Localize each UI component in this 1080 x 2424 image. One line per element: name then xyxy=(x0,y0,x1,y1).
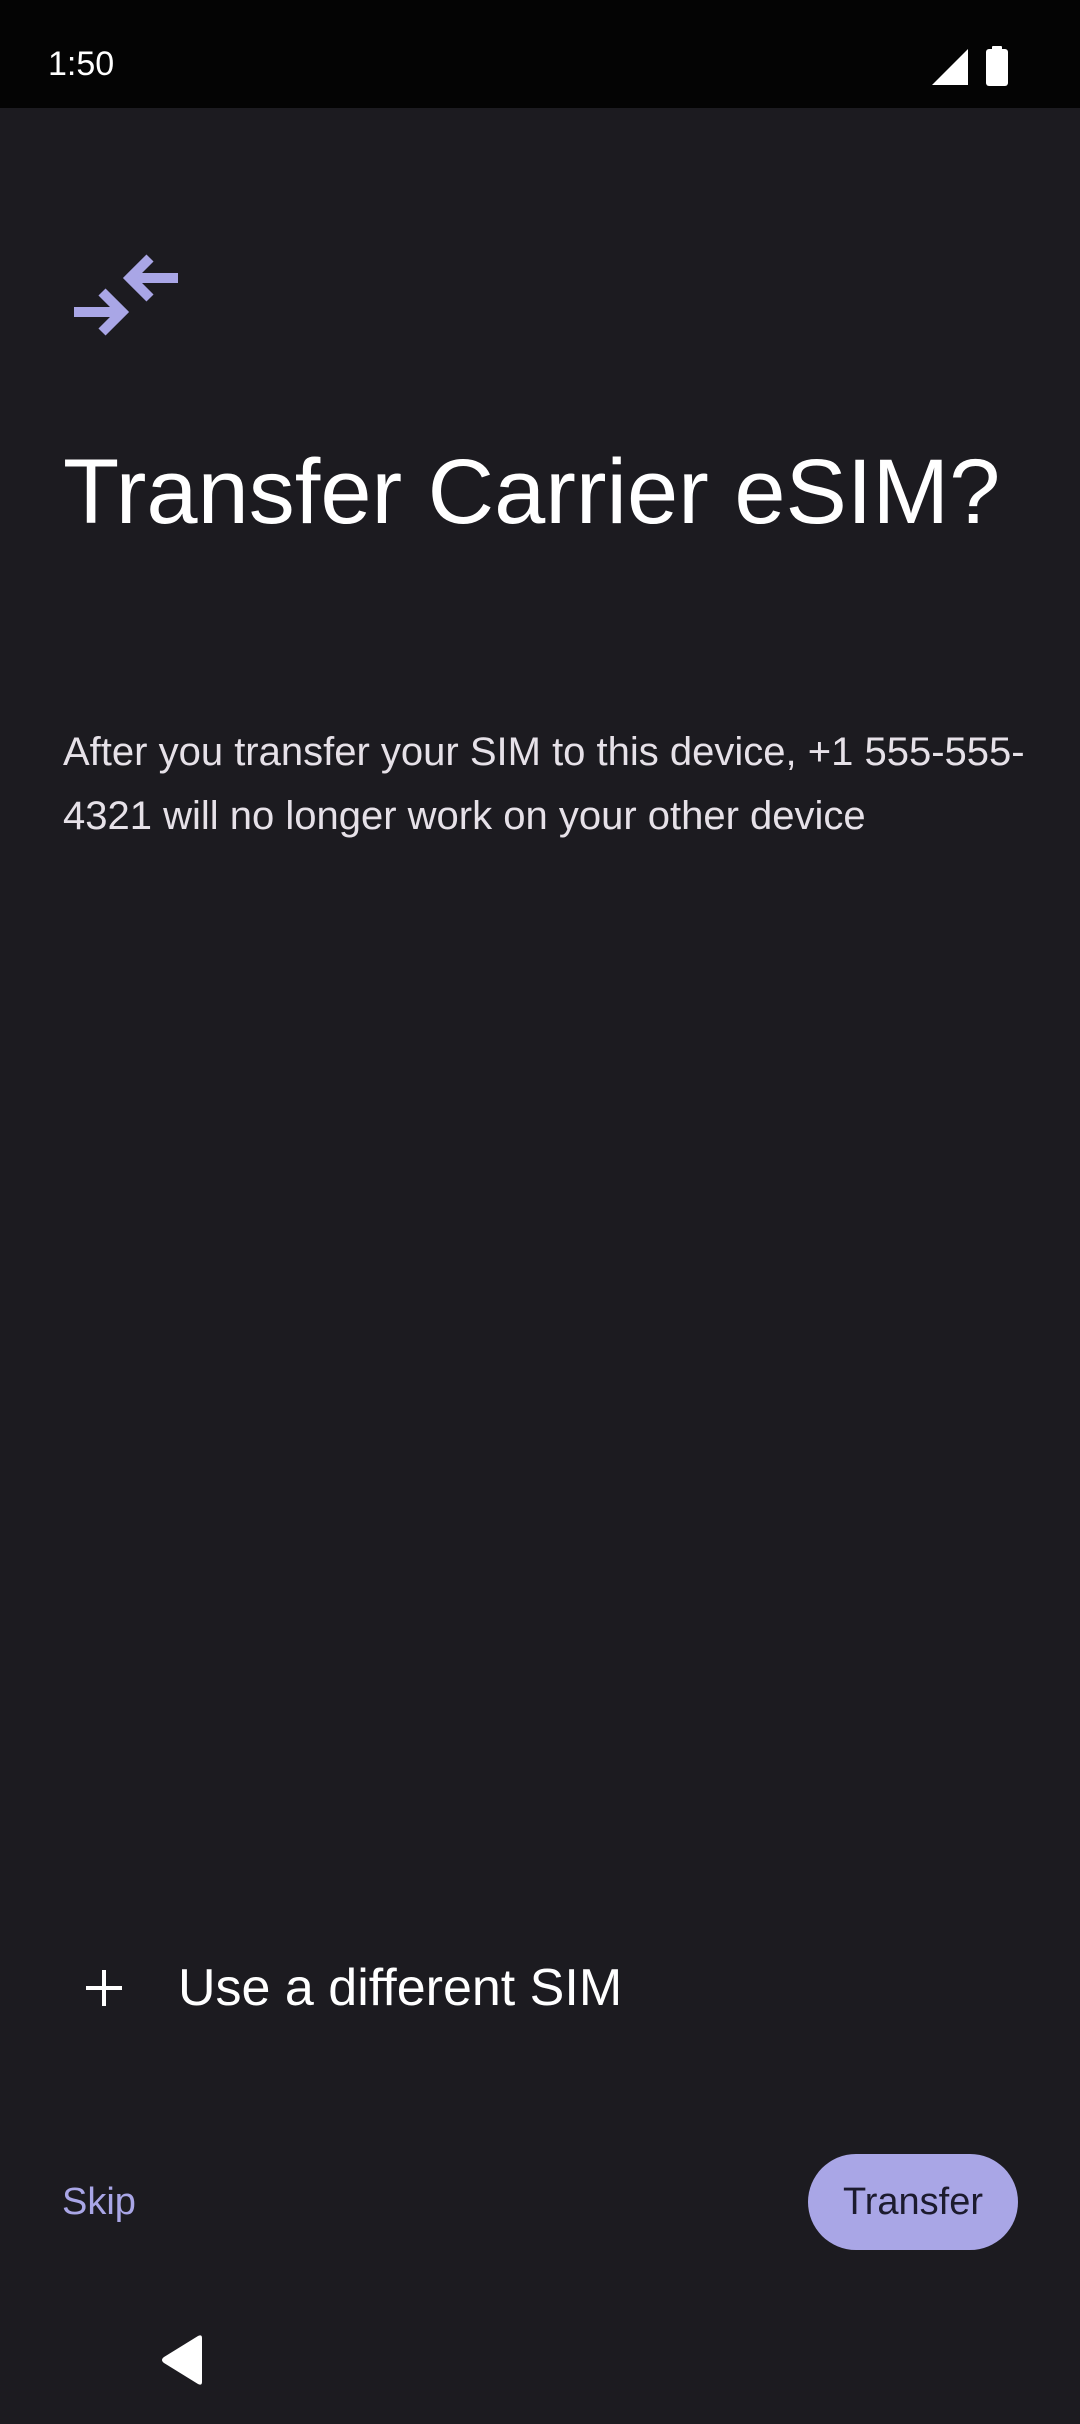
back-triangle-icon[interactable] xyxy=(158,2334,206,2386)
plus-icon xyxy=(56,1940,152,2036)
swap-arrows-icon xyxy=(74,254,178,336)
transfer-button[interactable]: Transfer xyxy=(808,2154,1018,2250)
use-different-sim-label: Use a different SIM xyxy=(178,1959,623,2017)
page-title: Transfer Carrier eSIM? xyxy=(63,441,1001,543)
skip-button[interactable]: Skip xyxy=(62,2172,136,2232)
cell-signal-icon xyxy=(932,49,968,85)
status-time: 1:50 xyxy=(48,45,115,83)
transfer-description: After you transfer your SIM to this devi… xyxy=(63,730,1025,838)
status-bar: 1:50 xyxy=(0,0,1080,108)
use-different-sim-button[interactable]: Use a different SIM xyxy=(56,1940,1016,2036)
battery-icon xyxy=(986,46,1008,86)
